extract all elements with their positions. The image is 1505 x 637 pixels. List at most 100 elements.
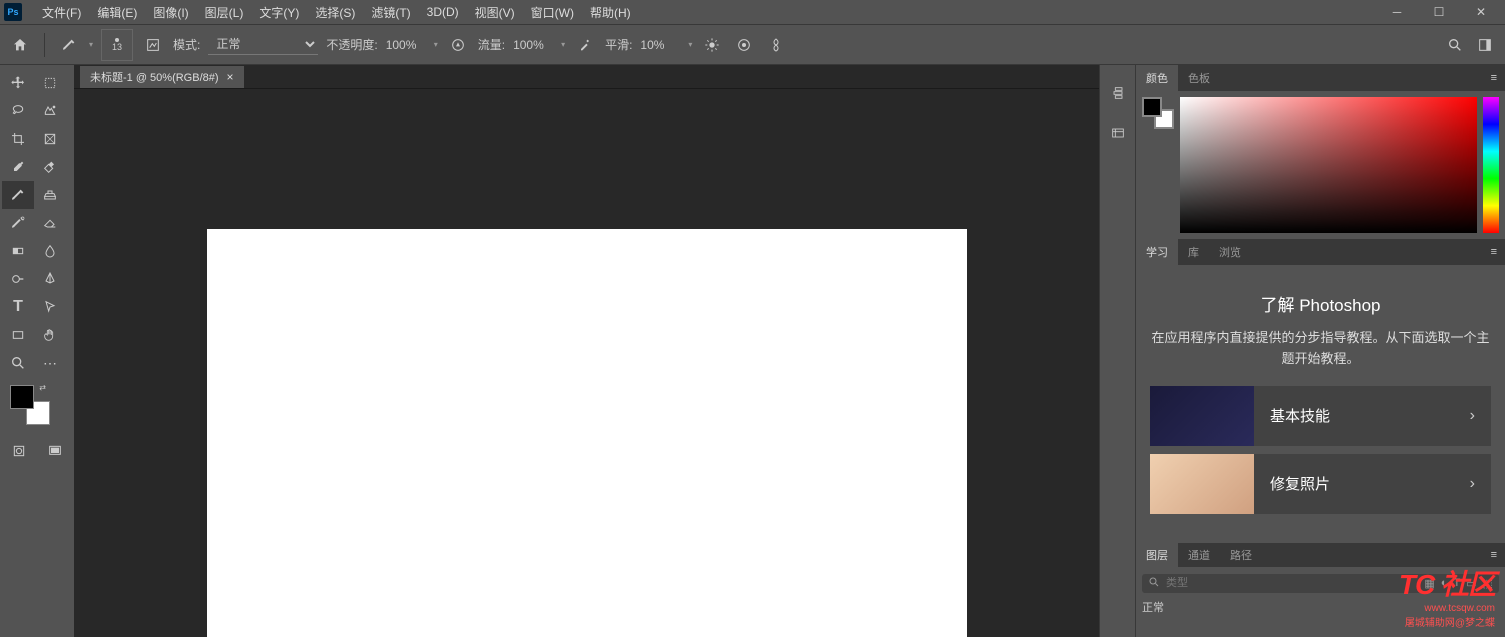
opacity-chevron-icon[interactable]: ▾ bbox=[434, 40, 438, 49]
flow-chevron-icon[interactable]: ▾ bbox=[561, 40, 565, 49]
swap-colors-icon[interactable]: ⇄ bbox=[39, 383, 46, 392]
airbrush-icon[interactable] bbox=[573, 33, 597, 57]
workspace-icon[interactable] bbox=[1473, 33, 1497, 57]
properties-panel-icon[interactable] bbox=[1106, 121, 1130, 145]
flow-input[interactable] bbox=[513, 38, 553, 52]
color-panel-menu-icon[interactable]: ≡ bbox=[1483, 72, 1505, 84]
filter-smart-icon[interactable]: ⬚ bbox=[1483, 577, 1493, 590]
learn-item-retouch[interactable]: 修复照片 › bbox=[1150, 454, 1491, 514]
blend-mode-select[interactable]: 正常 bbox=[208, 34, 318, 55]
marquee-tool[interactable] bbox=[34, 69, 66, 97]
maximize-button[interactable]: ☐ bbox=[1419, 2, 1459, 22]
pressure-opacity-icon[interactable] bbox=[446, 33, 470, 57]
smoothing-options-icon[interactable] bbox=[700, 33, 724, 57]
search-icon[interactable] bbox=[1148, 576, 1160, 591]
layer-filter-input[interactable] bbox=[1166, 577, 1418, 589]
smoothing-input[interactable] bbox=[640, 38, 680, 52]
filter-pixel-icon[interactable]: ▦ bbox=[1424, 577, 1434, 590]
search-icon[interactable] bbox=[1443, 33, 1467, 57]
brush-settings-icon[interactable] bbox=[141, 33, 165, 57]
tab-swatches[interactable]: 色板 bbox=[1178, 65, 1220, 91]
clone-stamp-tool[interactable] bbox=[34, 181, 66, 209]
filter-adjust-icon[interactable]: ◐ bbox=[1441, 577, 1448, 589]
pressure-size-icon[interactable] bbox=[732, 33, 756, 57]
tab-library[interactable]: 库 bbox=[1178, 239, 1209, 265]
tab-comment[interactable]: 浏览 bbox=[1209, 239, 1251, 265]
eraser-tool[interactable] bbox=[34, 209, 66, 237]
zoom-tool[interactable] bbox=[2, 349, 34, 377]
quick-mask-icon[interactable] bbox=[3, 437, 35, 465]
right-panels: 颜色 色板 ≡ 学习 库 浏览 ≡ 了解 Photoshop 在应用程序内直接提… bbox=[1135, 64, 1505, 637]
close-button[interactable]: ✕ bbox=[1461, 2, 1501, 22]
learn-panel-menu-icon[interactable]: ≡ bbox=[1483, 246, 1505, 258]
frame-tool[interactable] bbox=[34, 125, 66, 153]
menu-file[interactable]: 文件(F) bbox=[34, 0, 89, 25]
document-tab[interactable]: 未标题-1 @ 50%(RGB/8#) × bbox=[80, 66, 244, 88]
tab-channels[interactable]: 通道 bbox=[1178, 542, 1220, 568]
gradient-tool[interactable] bbox=[2, 237, 34, 265]
learn-description: 在应用程序内直接提供的分步指导教程。从下面选取一个主题开始教程。 bbox=[1150, 328, 1491, 370]
brush-size-value: 13 bbox=[112, 42, 122, 52]
color-swatches: ⇄ bbox=[10, 385, 50, 425]
menu-help[interactable]: 帮助(H) bbox=[582, 0, 639, 25]
learn-item-basics[interactable]: 基本技能 › bbox=[1150, 386, 1491, 446]
screen-mode-icon[interactable] bbox=[39, 437, 71, 465]
history-panel-icon[interactable] bbox=[1106, 81, 1130, 105]
brush-preset-picker[interactable]: 13 bbox=[101, 29, 133, 61]
minimize-button[interactable]: ─ bbox=[1377, 2, 1417, 22]
tab-learn[interactable]: 学习 bbox=[1136, 239, 1178, 265]
blur-tool[interactable] bbox=[34, 237, 66, 265]
type-tool[interactable]: T bbox=[2, 293, 34, 321]
symmetry-icon[interactable] bbox=[764, 33, 788, 57]
panel-foreground-color[interactable] bbox=[1142, 97, 1162, 117]
menu-3d[interactable]: 3D(D) bbox=[419, 1, 467, 23]
rectangle-tool[interactable] bbox=[2, 321, 34, 349]
menu-layer[interactable]: 图层(L) bbox=[197, 0, 252, 25]
menu-image[interactable]: 图像(I) bbox=[145, 0, 196, 25]
tool-preset-chevron-icon[interactable]: ▾ bbox=[89, 40, 93, 49]
chevron-right-icon: › bbox=[1470, 475, 1491, 493]
learn-item-label: 基本技能 bbox=[1254, 405, 1470, 426]
tab-layers[interactable]: 图层 bbox=[1136, 542, 1178, 568]
history-brush-tool[interactable] bbox=[2, 209, 34, 237]
close-tab-icon[interactable]: × bbox=[227, 70, 234, 84]
learn-item-label: 修复照片 bbox=[1254, 473, 1470, 494]
home-icon[interactable] bbox=[8, 33, 32, 57]
menu-view[interactable]: 视图(V) bbox=[467, 0, 523, 25]
move-tool[interactable] bbox=[2, 69, 34, 97]
menu-type[interactable]: 文字(Y) bbox=[251, 0, 307, 25]
pen-tool[interactable] bbox=[34, 265, 66, 293]
opacity-input[interactable] bbox=[386, 38, 426, 52]
tab-color[interactable]: 颜色 bbox=[1136, 65, 1178, 91]
window-controls: ─ ☐ ✕ bbox=[1377, 2, 1501, 22]
crop-tool[interactable] bbox=[2, 125, 34, 153]
brush-tool[interactable] bbox=[2, 181, 34, 209]
document-tabs: 未标题-1 @ 50%(RGB/8#) × bbox=[74, 65, 1099, 89]
healing-brush-tool[interactable] bbox=[34, 153, 66, 181]
menu-window[interactable]: 窗口(W) bbox=[523, 0, 582, 25]
path-select-tool[interactable] bbox=[34, 293, 66, 321]
options-bar: ▾ 13 模式: 正常 不透明度: ▾ 流量: ▾ 平滑: ▾ bbox=[0, 24, 1505, 64]
filter-shape-icon[interactable]: ▭ bbox=[1466, 577, 1476, 590]
layers-panel-menu-icon[interactable]: ≡ bbox=[1483, 549, 1505, 561]
lasso-tool[interactable] bbox=[2, 97, 34, 125]
layer-blend-mode[interactable]: 正常 bbox=[1142, 599, 1164, 615]
hue-slider[interactable] bbox=[1483, 97, 1499, 233]
canvas[interactable] bbox=[207, 229, 967, 637]
menu-edit[interactable]: 编辑(E) bbox=[89, 0, 145, 25]
flow-label: 流量: bbox=[478, 36, 505, 53]
brush-tool-indicator-icon[interactable] bbox=[57, 33, 81, 57]
edit-toolbar-icon[interactable]: ⋯ bbox=[34, 349, 66, 377]
dodge-tool[interactable] bbox=[2, 265, 34, 293]
foreground-color[interactable] bbox=[10, 385, 34, 409]
menu-filter[interactable]: 滤镜(T) bbox=[363, 0, 418, 25]
quick-select-tool[interactable] bbox=[34, 97, 66, 125]
hand-tool[interactable] bbox=[34, 321, 66, 349]
eyedropper-tool[interactable] bbox=[2, 153, 34, 181]
filter-type-icon[interactable]: T bbox=[1453, 577, 1460, 589]
menu-select[interactable]: 选择(S) bbox=[307, 0, 363, 25]
smoothing-chevron-icon[interactable]: ▾ bbox=[688, 40, 692, 49]
canvas-viewport[interactable] bbox=[74, 89, 1099, 637]
tab-paths[interactable]: 路径 bbox=[1220, 542, 1262, 568]
color-field[interactable] bbox=[1180, 97, 1477, 233]
